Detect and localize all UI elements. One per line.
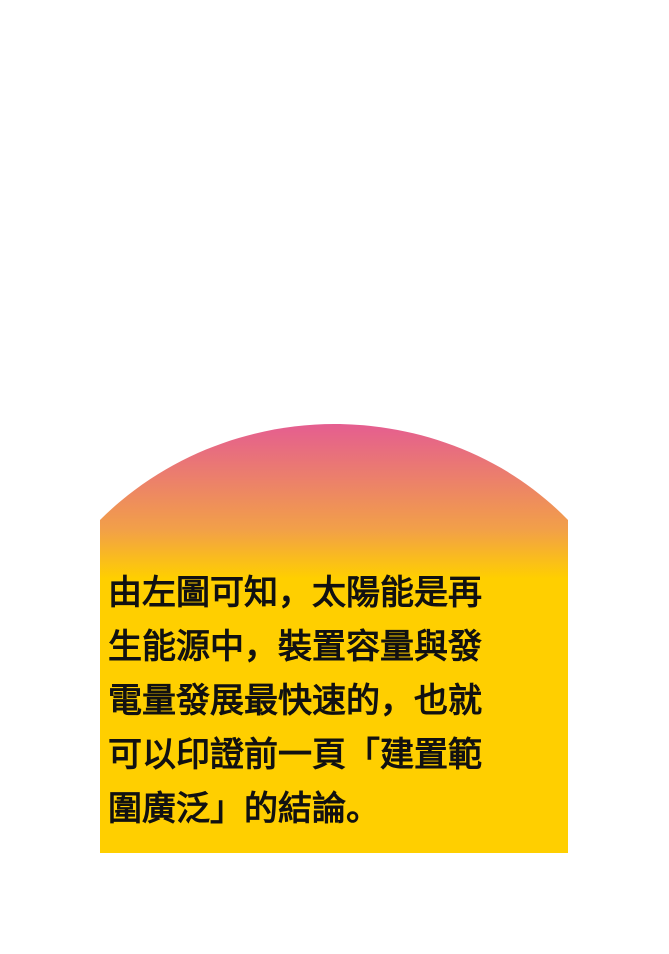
info-card: 由左圖可知，太陽能是再 生能源中，裝置容量與發 電量發展最快速的，也就 可以印證… [0, 0, 669, 954]
caption-line-5: 圍廣泛」的結論。 [108, 789, 380, 829]
caption-line-2: 生能源中，裝置容量與發 [108, 627, 482, 667]
caption-text: 由左圖可知，太陽能是再 生能源中，裝置容量與發 電量發展最快速的，也就 可以印證… [108, 566, 560, 836]
caption-line-4: 可以印證前一頁「建置範 [108, 735, 482, 775]
caption-line-1: 由左圖可知，太陽能是再 [108, 573, 482, 613]
caption-line-3: 電量發展最快速的，也就 [108, 681, 482, 721]
